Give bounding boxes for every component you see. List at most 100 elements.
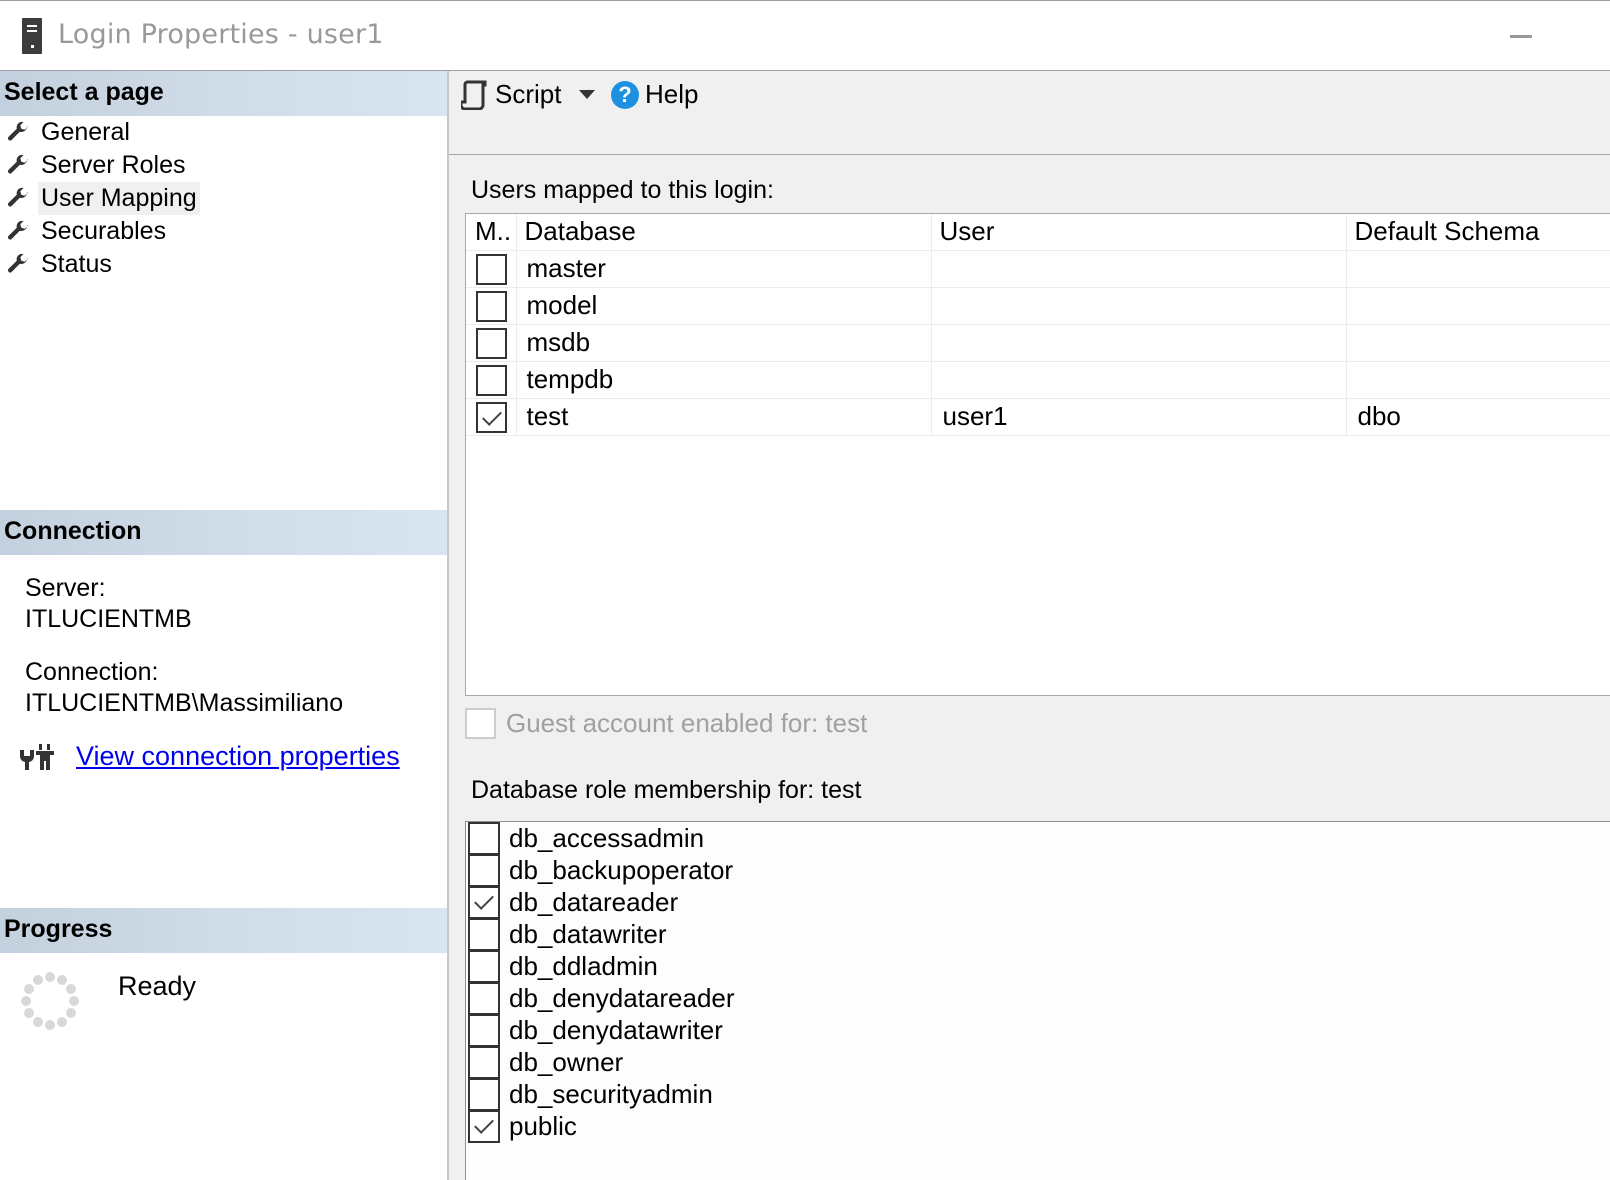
column-header-user[interactable]: User — [930, 214, 1347, 251]
column-header-default-schema[interactable]: Default Schema — [1345, 214, 1610, 251]
role-membership-list: db_accessadmin db_backupoperator db_data… — [465, 821, 1610, 1180]
window-title: Login Properties - user1 — [58, 19, 384, 50]
role-checkbox[interactable] — [468, 1077, 500, 1111]
role-item[interactable]: db_owner — [466, 1045, 1610, 1079]
page-item-label: User Mapping — [38, 182, 200, 215]
view-connection-properties-link[interactable]: View connection properties — [76, 741, 400, 772]
server-icon — [22, 18, 42, 54]
database-cell: tempdb — [515, 360, 932, 399]
map-cell — [466, 397, 517, 436]
guest-account-label: Guest account enabled for: test — [506, 708, 868, 738]
user-cell[interactable] — [930, 286, 1347, 325]
page-item-label: Status — [41, 250, 112, 278]
schema-cell[interactable] — [1345, 249, 1610, 288]
help-icon: ? — [611, 80, 639, 109]
user-cell[interactable]: user1 — [930, 397, 1347, 436]
map-cell — [466, 323, 517, 362]
minimize-button[interactable] — [1510, 35, 1532, 38]
wrench-icon — [7, 121, 28, 141]
page-item-server-roles[interactable]: Server Roles — [0, 149, 447, 182]
plug-icon — [20, 743, 54, 770]
role-label: db_accessadmin — [509, 822, 705, 853]
table-row[interactable]: master — [466, 249, 1610, 288]
page-item-status[interactable]: Status — [0, 248, 447, 281]
table-row[interactable]: test user1 dbo — [466, 397, 1610, 436]
help-label: Help — [645, 79, 699, 109]
users-mapped-label: Users mapped to this login: — [471, 176, 774, 204]
connection-value: ITLUCIENTMB\Massimiliano — [25, 689, 344, 717]
map-checkbox[interactable] — [476, 253, 507, 285]
map-checkbox[interactable] — [476, 327, 507, 359]
page-item-label: General — [41, 118, 130, 146]
role-label: db_datareader — [509, 886, 679, 917]
role-label: db_backupoperator — [509, 854, 734, 885]
user-cell[interactable] — [930, 360, 1347, 399]
page-item-general[interactable]: General — [0, 116, 447, 149]
page-item-label: Server Roles — [41, 151, 186, 179]
role-checkbox[interactable] — [468, 1045, 500, 1079]
schema-cell[interactable] — [1345, 286, 1610, 325]
database-cell: test — [515, 397, 932, 436]
script-button[interactable]: Script — [461, 79, 596, 110]
role-label: db_denydatareader — [509, 982, 735, 1013]
server-info: Server: ITLUCIENTMB — [25, 573, 192, 635]
select-page-header: Select a page — [0, 71, 447, 116]
script-icon — [461, 80, 487, 110]
map-checkbox[interactable] — [476, 401, 507, 433]
map-cell — [466, 249, 517, 288]
script-label: Script — [495, 79, 562, 109]
role-checkbox[interactable] — [468, 853, 500, 887]
role-item[interactable]: public — [466, 1109, 1610, 1143]
role-checkbox[interactable] — [468, 917, 500, 951]
user-cell[interactable] — [930, 249, 1347, 288]
wrench-icon — [7, 154, 28, 174]
role-checkbox[interactable] — [468, 821, 500, 855]
schema-cell[interactable] — [1345, 323, 1610, 362]
server-value: ITLUCIENTMB — [25, 605, 192, 633]
script-dropdown-caret-icon[interactable] — [579, 90, 596, 99]
role-checkbox[interactable] — [468, 949, 500, 983]
page-item-user-mapping[interactable]: User Mapping — [0, 182, 447, 215]
table-row[interactable]: model — [466, 286, 1610, 325]
guest-account-checkbox[interactable] — [465, 708, 496, 739]
role-item[interactable]: db_accessadmin — [466, 821, 1610, 855]
database-cell: model — [515, 286, 932, 325]
table-row[interactable]: tempdb — [466, 360, 1610, 399]
role-item[interactable]: db_denydatareader — [466, 981, 1610, 1015]
role-checkbox[interactable] — [468, 885, 500, 919]
role-label: db_denydatawriter — [509, 1014, 723, 1045]
database-cell: msdb — [515, 323, 932, 362]
view-connection-row: View connection properties — [18, 741, 400, 772]
help-button[interactable]: ? Help — [611, 79, 698, 110]
role-item[interactable]: db_datareader — [466, 885, 1610, 919]
grid-header-row: M.. Database User Default Schema — [466, 214, 1610, 251]
role-item[interactable]: db_securityadmin — [466, 1077, 1610, 1111]
right-pane: Script ? Help Users mapped to this login… — [449, 71, 1610, 1180]
schema-cell[interactable]: dbo — [1345, 397, 1610, 436]
progress-header: Progress — [0, 908, 447, 953]
page-item-securables[interactable]: Securables — [0, 215, 447, 248]
wrench-icon — [7, 253, 28, 273]
server-label: Server: — [25, 574, 106, 602]
role-checkbox[interactable] — [468, 981, 500, 1015]
wrench-icon — [7, 187, 28, 207]
title-bar: Login Properties - user1 — [0, 0, 1610, 71]
user-cell[interactable] — [930, 323, 1347, 362]
role-item[interactable]: db_datawriter — [466, 917, 1610, 951]
table-row[interactable]: msdb — [466, 323, 1610, 362]
map-checkbox[interactable] — [476, 364, 507, 396]
toolbar: Script ? Help — [449, 71, 1610, 155]
column-header-map[interactable]: M.. — [466, 214, 517, 251]
role-checkbox[interactable] — [468, 1013, 500, 1047]
role-label: db_datawriter — [509, 918, 667, 949]
column-header-database[interactable]: Database — [515, 214, 932, 251]
role-item[interactable]: db_ddladmin — [466, 949, 1610, 983]
role-checkbox[interactable] — [468, 1109, 500, 1143]
role-item[interactable]: db_denydatawriter — [466, 1013, 1610, 1047]
schema-cell[interactable] — [1345, 360, 1610, 399]
role-label: db_ddladmin — [509, 950, 658, 981]
role-item[interactable]: db_backupoperator — [466, 853, 1610, 887]
connection-header: Connection — [0, 510, 447, 555]
role-label: public — [509, 1110, 577, 1141]
map-checkbox[interactable] — [476, 290, 507, 322]
